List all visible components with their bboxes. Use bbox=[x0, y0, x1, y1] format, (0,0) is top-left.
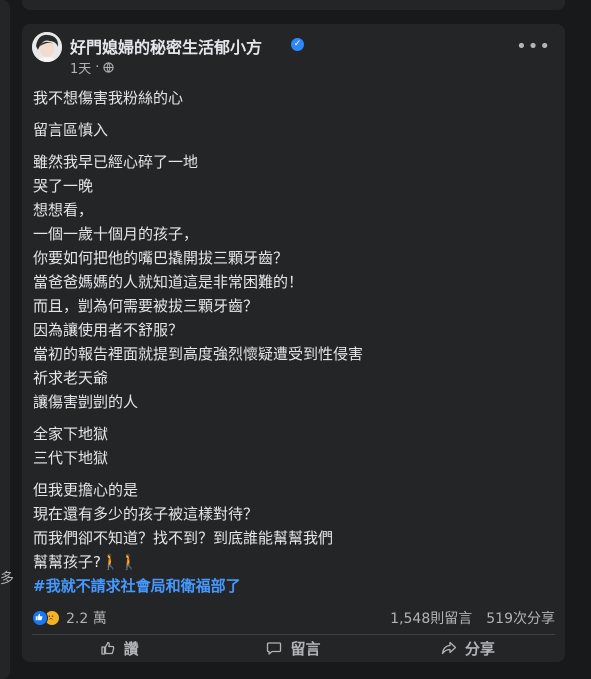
post-paragraph: 雖然我早已經心碎了一地 哭了一晚想想看， 一個一歲十個月的孩子， 你要如何把他的嘴巴撬… bbox=[33, 150, 553, 414]
post-text-line: 但我更擔心的是 bbox=[33, 481, 139, 499]
post-paragraph: 我不想傷害我粉絲的心 bbox=[33, 86, 553, 110]
share-icon bbox=[441, 641, 456, 655]
thumbs-up-icon bbox=[101, 641, 114, 655]
post-text-line: 而且，剴為何需要被拔三顆牙齒？ bbox=[33, 297, 259, 315]
post-text-line: 哭了一晚 bbox=[33, 177, 94, 195]
post-text-line: 全家下地獄 bbox=[33, 425, 109, 443]
post-text-line: 留言區慎入 bbox=[33, 121, 109, 139]
author-name[interactable]: 好門媳婦的秘密生活郁小方 bbox=[70, 34, 262, 58]
post-card: 好門媳婦的秘密生活郁小方 ✓ 1天 · ••• 我不想傷害我粉絲的心 留言區慎入雖… bbox=[22, 24, 565, 662]
post-text-line: 而我們卻不知道？找不到？到底誰能幫幫我們 bbox=[33, 529, 334, 547]
meta-separator: · bbox=[95, 60, 100, 75]
post-body: 我不想傷害我粉絲的心 留言區慎入雖然我早已經心碎了一地 哭了一晚想想看， 一個一歲十個… bbox=[33, 86, 553, 606]
post-text-line: 祈求老天爺 bbox=[33, 369, 109, 387]
previous-post-edge bbox=[22, 0, 565, 10]
post-text-line: 一個一歲十個月的孩子， bbox=[33, 225, 199, 243]
post-text-line: 當爸爸媽媽的人就知道這是非常困難的！ bbox=[33, 273, 304, 291]
post-text-line: 讓傷害剴剴的人 bbox=[33, 393, 139, 411]
post-paragraph: 全家下地獄三代下地獄 bbox=[33, 422, 553, 470]
verified-badge-icon: ✓ bbox=[291, 38, 304, 51]
post-text-line: 雖然我早已經心碎了一地 bbox=[33, 153, 199, 171]
post-text-line: 因為讓使用者不舒服？ bbox=[33, 321, 184, 339]
post-time[interactable]: 1天 bbox=[70, 58, 91, 77]
divider bbox=[32, 634, 555, 635]
globe-icon[interactable] bbox=[103, 62, 115, 73]
share-button[interactable]: 分享 bbox=[381, 636, 555, 660]
post-text-line: 當初的報告裡面就提到高度強烈懷疑遭受到性侵害 bbox=[33, 345, 364, 363]
comment-icon bbox=[267, 642, 282, 655]
post-text-line: 你要如何把他的嘴巴撬開拔三顆牙齒？ bbox=[33, 249, 289, 267]
post-text-line: 想想看， bbox=[33, 201, 94, 219]
post-text-line: 現在還有多少的孩子被這樣對待？ bbox=[33, 505, 259, 523]
comment-count[interactable]: 1,548則留言 bbox=[390, 608, 472, 628]
action-bar: 讚 留言 分享 bbox=[32, 636, 555, 660]
post-paragraph: 留言區慎入 bbox=[33, 118, 553, 142]
comment-button[interactable]: 留言 bbox=[206, 636, 380, 660]
like-button[interactable]: 讚 bbox=[32, 636, 206, 660]
post-paragraph: 但我更擔心的是現在還有多少的孩子被這樣對待？ 而我們卻不知道？找不到？到底誰能幫幫… bbox=[33, 478, 553, 598]
post-text-line: 三代下地獄 bbox=[33, 449, 109, 467]
comment-label: 留言 bbox=[290, 639, 321, 658]
author-avatar[interactable] bbox=[32, 32, 62, 62]
more-options-icon[interactable]: ••• bbox=[516, 36, 551, 57]
post-text-line: 我不想傷害我粉絲的心 bbox=[33, 89, 184, 107]
post-meta: 1天 · bbox=[70, 58, 115, 77]
hashtag-link[interactable]: #我就不請求社會局和衛福部了 bbox=[33, 574, 553, 598]
left-panel-text: 多 bbox=[0, 571, 14, 587]
reactions-summary[interactable]: 2.2 萬 bbox=[32, 608, 107, 628]
post-stats: 2.2 萬 1,548則留言 519次分享 bbox=[32, 608, 555, 628]
reaction-count: 2.2 萬 bbox=[66, 611, 107, 627]
share-count[interactable]: 519次分享 bbox=[486, 608, 555, 628]
like-label: 讚 bbox=[123, 639, 139, 658]
like-reaction-icon bbox=[32, 610, 48, 626]
share-label: 分享 bbox=[464, 639, 495, 658]
post-text-line: 幫幫孩子?🚶🚶 bbox=[33, 553, 139, 571]
